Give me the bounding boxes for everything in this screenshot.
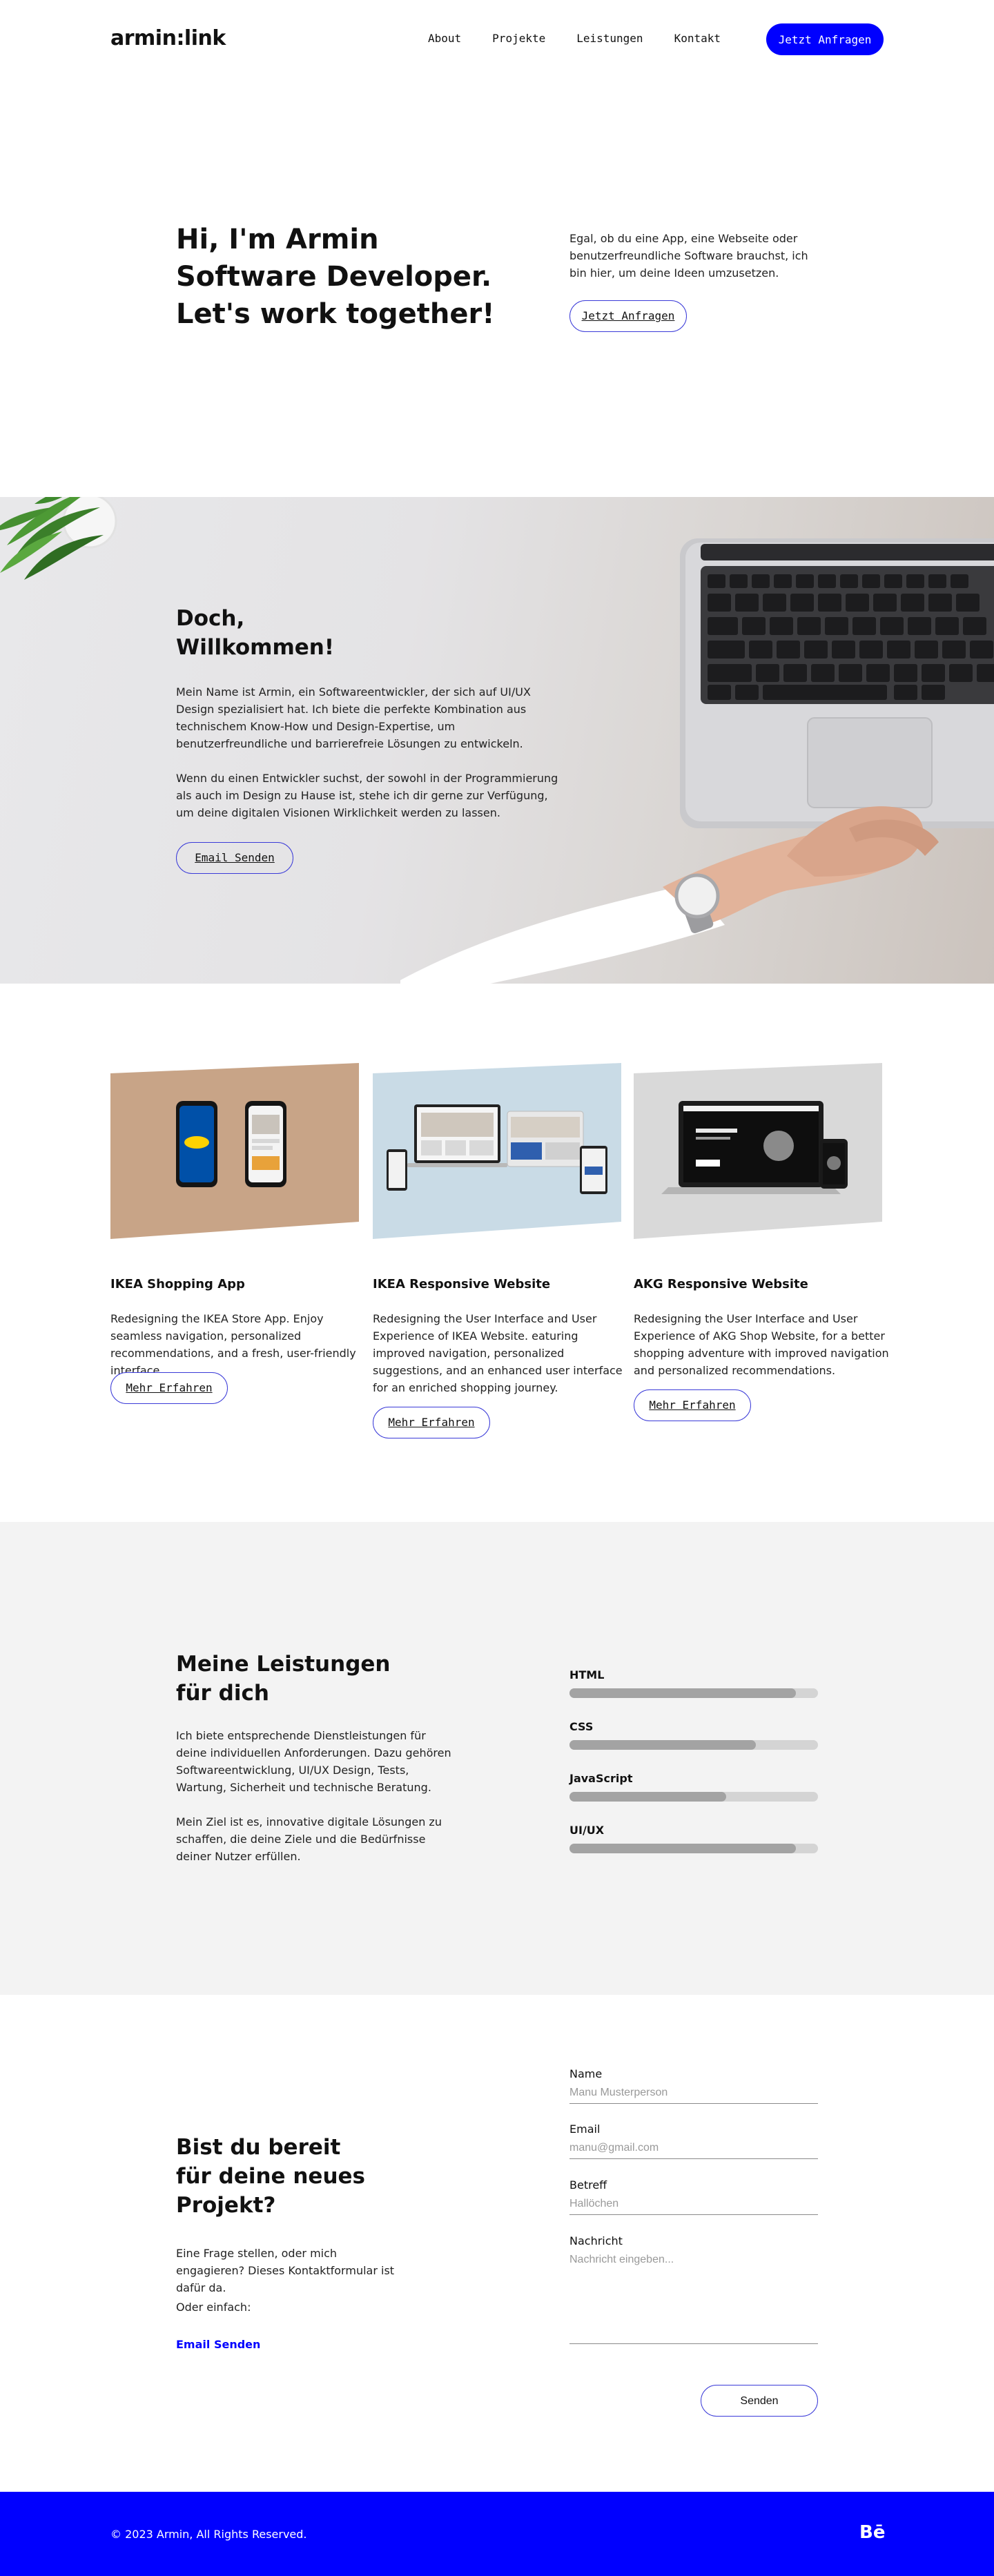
email-input[interactable] [569,2139,818,2159]
welcome-title-line: Willkommen! [176,635,334,660]
subject-field-group: Betreff [569,2178,818,2215]
hero-text: Egal, ob du eine App, eine Webseite oder… [569,232,808,280]
nav-link-projekte[interactable]: Projekte [492,32,545,45]
skill-progress-fill [569,1792,726,1802]
project-card-ikea-app: IKEA Shopping App Redesigning the IKEA S… [110,1063,359,1404]
email-label: Email [569,2123,601,2136]
skill-name: HTML [569,1668,605,1681]
skills-title: Meine Leistungen für dich [176,1650,390,1708]
contact-section: Bist du bereit für deine neues Projekt? … [0,1995,994,2492]
hero-title-line: Software Developer. [176,261,492,293]
skill-progress-fill [569,1688,796,1698]
skill-progress-track [569,1792,818,1802]
skill-progress-track [569,1688,818,1698]
nav-link-about[interactable]: About [428,32,461,45]
project-title: IKEA Responsive Website [373,1277,551,1291]
skill-name: JavaScript [569,1772,633,1785]
welcome-paragraph-2: Wenn du einen Entwickler suchst, der sow… [176,772,558,819]
message-label: Nachricht [569,2234,623,2247]
nav-request-button[interactable]: Jetzt Anfragen [766,23,884,55]
ikea-app-mockup-image[interactable] [110,1063,359,1239]
message-input[interactable] [569,2251,818,2344]
project-card-ikea-website: IKEA Responsive Website Redesigning the … [373,1063,623,1438]
project-title: IKEA Shopping App [110,1277,245,1291]
contact-email-link[interactable]: Email Senden [176,2338,260,2351]
projects-section: IKEA Shopping App Redesigning the IKEA S… [0,984,994,1522]
nav-link-leistungen[interactable]: Leistungen [576,32,643,45]
skills-title-line: Meine Leistungen [176,1652,391,1677]
contact-text: Eine Frage stellen, oder mich engagieren… [176,2247,395,2294]
welcome-title: Doch, Willkommen! [176,604,334,662]
contact-title: Bist du bereit für deine neues Projekt? [176,2133,365,2220]
message-field-group: Nachricht [569,2234,818,2344]
hero-title-line: Hi, I'm Armin [176,224,379,255]
welcome-paragraph-1: Mein Name ist Armin, ein Softwareentwick… [176,685,531,750]
project-more-button[interactable]: Mehr Erfahren [373,1407,490,1438]
logo[interactable]: armin:link [110,26,226,50]
skill-progress-fill [569,1844,796,1853]
skill-name: CSS [569,1720,594,1733]
project-card-akg-website: AKG Responsive Website Redesigning the U… [634,1063,889,1421]
skills-section: Meine Leistungen für dich Ich biete ents… [0,1522,994,1995]
copyright-text: © 2023 Armin, All Rights Reserved. [110,2528,307,2541]
subject-label: Betreff [569,2178,607,2192]
welcome-email-button[interactable]: Email Senden [176,842,293,874]
skill-css: CSS [569,1720,818,1750]
hero-title-line: Let's work together! [176,298,495,330]
nav-links: About Projekte Leistungen Kontakt [428,32,721,45]
name-label: Name [569,2067,603,2080]
project-description: Redesigning the User Interface and User … [373,1312,623,1394]
hero-section: Hi, I'm Armin Software Developer. Let's … [0,79,994,497]
email-field-group: Email [569,2123,818,2159]
ikea-website-mockup-image[interactable] [373,1063,621,1239]
skill-javascript: JavaScript [569,1772,818,1802]
nav-link-kontakt[interactable]: Kontakt [674,32,721,45]
skills-title-line: für dich [176,1681,269,1706]
skill-name: UI/UX [569,1824,605,1837]
contact-title-line: Projekt? [176,2193,276,2218]
footer: © 2023 Armin, All Rights Reserved. Bē [0,2492,994,2576]
skill-uiux: UI/UX [569,1824,818,1853]
skill-progress-track [569,1844,818,1853]
skill-progress-track [569,1740,818,1750]
plant-image [0,497,117,580]
skill-html: HTML [569,1668,818,1698]
contact-title-line: für deine neues [176,2164,366,2189]
hero-title: Hi, I'm Armin Software Developer. Let's … [176,221,494,333]
skills-paragraph-2: Mein Ziel ist es, innovative digitale Lö… [176,1815,442,1863]
project-description: Redesigning the User Interface and User … [634,1312,889,1377]
top-navigation: armin:link About Projekte Leistungen Kon… [0,0,994,79]
akg-website-mockup-image[interactable] [634,1063,882,1239]
hero-request-button[interactable]: Jetzt Anfragen [569,300,687,332]
send-button[interactable]: Senden [701,2385,818,2417]
skill-progress-fill [569,1740,756,1750]
subject-input[interactable] [569,2195,818,2215]
project-more-button[interactable]: Mehr Erfahren [110,1372,228,1404]
project-title: AKG Responsive Website [634,1277,808,1291]
name-input[interactable] [569,2084,818,2104]
welcome-section: Doch, Willkommen! Mein Name ist Armin, e… [0,497,994,984]
project-more-button[interactable]: Mehr Erfahren [634,1389,751,1421]
behance-icon[interactable]: Bē [859,2522,885,2543]
contact-title-line: Bist du bereit [176,2135,341,2160]
project-description: Redesigning the IKEA Store App. Enjoy se… [110,1312,356,1377]
welcome-title-line: Doch, [176,606,245,631]
name-field-group: Name [569,2067,818,2104]
contact-or-text: Oder einfach: [176,2301,251,2314]
skills-paragraph-1: Ich biete entsprechende Dienstleistungen… [176,1729,451,1794]
